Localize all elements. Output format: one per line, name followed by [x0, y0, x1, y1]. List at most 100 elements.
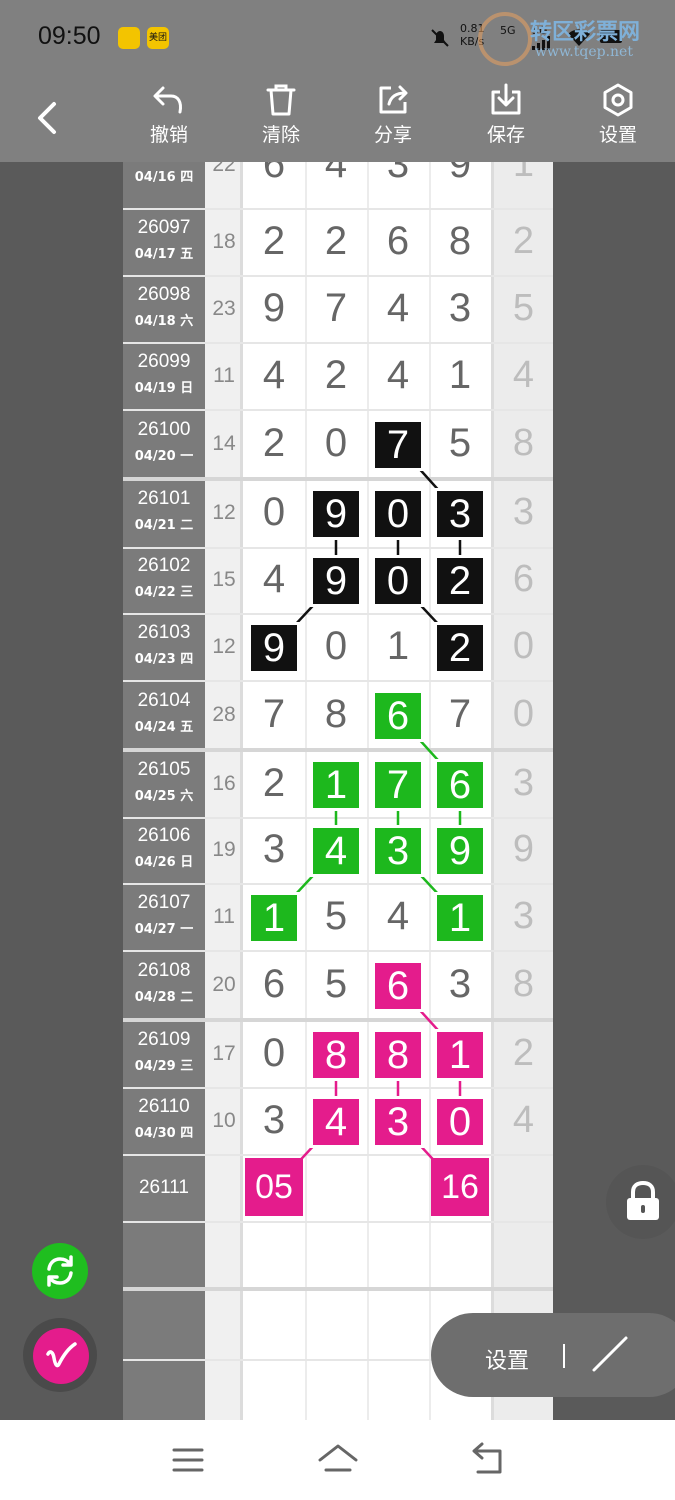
highlighted-digit: 6 [375, 963, 421, 1009]
period-number: 26105 [137, 758, 191, 780]
highlighted-digit: 3 [375, 1098, 421, 1145]
highlighted-digit: 9 [437, 828, 483, 874]
back-icon[interactable] [466, 1438, 510, 1482]
period-date: 04/29 三 [134, 1058, 194, 1074]
settings-button[interactable]: 设置 [578, 82, 658, 147]
period-number: 26111 [138, 1176, 189, 1198]
save-label: 保存 [486, 124, 525, 146]
period-date: 04/17 五 [134, 246, 194, 262]
row-divider [123, 1018, 553, 1022]
clear-button[interactable]: 清除 [241, 82, 321, 147]
highlighted-digit: 7 [375, 422, 421, 468]
highlighted-digit: 9 [313, 491, 359, 537]
period-date: 04/24 五 [134, 720, 194, 735]
status-bar: 09:50 美团 0.81 KB/s 5G 5G 转区彩票网 www.tqep.… [0, 0, 675, 72]
watermark-url: www.tqep.net [535, 44, 633, 60]
highlighted-digit: 3 [437, 491, 483, 537]
digit-cell: 7 [324, 285, 348, 330]
trend-chart-board[interactable]: 2609604/16 四22643912609704/17 五182268226… [123, 162, 553, 1420]
watermark-text: 转区彩票网 [530, 20, 641, 45]
prediction-box[interactable]: 16 [431, 1157, 489, 1216]
sum-value: 14 [212, 432, 236, 455]
row-divider [123, 477, 553, 481]
share-button[interactable]: 分享 [353, 82, 433, 147]
sum-value: 23 [212, 296, 236, 320]
digit-cell: 0 [262, 1030, 286, 1075]
highlighted-digit: 1 [313, 761, 359, 808]
digit-cell: 9 [448, 162, 472, 186]
highlighted-digit: 0 [375, 491, 421, 537]
undo-button[interactable]: 撤销 [129, 82, 209, 147]
save-button[interactable]: 保存 [466, 82, 546, 147]
row-divider [123, 613, 553, 615]
menu-icon[interactable] [166, 1438, 210, 1482]
digit-cell: 0 [324, 623, 348, 668]
period-number: 26100 [137, 419, 191, 440]
line-draw-icon[interactable] [588, 1332, 632, 1376]
lock-button[interactable] [606, 1165, 675, 1239]
period-date: 04/27 一 [134, 921, 194, 937]
download-icon [491, 83, 521, 115]
period-date: 04/26 日 [134, 855, 194, 870]
row-divider [123, 1221, 553, 1223]
tail-digit: 3 [512, 761, 535, 804]
period-date: 04/22 三 [134, 585, 194, 600]
tail-digit: 8 [512, 963, 535, 1005]
tail-digit: 6 [512, 558, 535, 600]
toolbar [0, 72, 675, 162]
tail-digit: 3 [512, 491, 535, 533]
home-icon[interactable] [316, 1438, 360, 1482]
highlighted-digit: 1 [437, 894, 483, 941]
sum-value: 19 [212, 838, 236, 861]
period-date: 04/23 四 [134, 651, 194, 667]
highlighted-digit: 0 [437, 1098, 483, 1145]
meituan-notification-icon: 美团 [147, 27, 169, 49]
digit-cell: 4 [262, 557, 286, 601]
period-number: 26110 [138, 1095, 190, 1117]
undo-icon [153, 86, 182, 114]
highlighted-digit: 9 [313, 558, 359, 604]
digit-cell: 3 [262, 1097, 286, 1142]
back-arrow-icon[interactable] [28, 98, 68, 138]
digit-cell: 4 [262, 352, 286, 397]
highlighted-digit: 6 [437, 761, 483, 808]
prediction-box[interactable]: 05 [245, 1157, 303, 1216]
tail-digit: 2 [512, 1031, 535, 1074]
watermark-logo-icon [478, 12, 532, 66]
row-divider [123, 342, 553, 344]
highlighted-digit: 4 [313, 1098, 359, 1145]
tail-digit: 4 [512, 1098, 535, 1141]
row-divider [123, 275, 553, 277]
row-divider [123, 817, 553, 819]
digit-cell: 2 [324, 218, 348, 263]
row-divider [123, 547, 553, 549]
digit-cell: 3 [448, 285, 472, 330]
period-number: 26102 [137, 555, 191, 576]
pen-button[interactable] [33, 1328, 89, 1384]
row-divider [123, 748, 553, 752]
digit-cell: 7 [448, 692, 472, 736]
highlighted-digit: 7 [375, 761, 421, 808]
highlighted-digit: 0 [375, 558, 421, 604]
sum-value: 17 [212, 1041, 236, 1065]
digit-cell: 9 [262, 285, 286, 330]
period-number: 26104 [137, 690, 191, 711]
period-number: 26109 [137, 1028, 191, 1050]
period-date: 04/19 日 [134, 380, 194, 396]
period-date: 04/28 二 [134, 990, 194, 1005]
share-label: 分享 [373, 124, 412, 146]
digit-cell: 7 [262, 692, 286, 736]
pill-settings-button[interactable]: 设置 [485, 1343, 529, 1375]
highlighted-digit: 8 [313, 1031, 359, 1078]
digit-cell: 5 [448, 421, 472, 465]
row-divider [123, 1287, 553, 1291]
share-icon [379, 85, 408, 114]
gear-icon [603, 83, 633, 117]
period-date: 04/30 四 [134, 1125, 194, 1141]
row-divider [123, 680, 553, 682]
refresh-button[interactable] [32, 1243, 88, 1299]
sum-value: 15 [212, 568, 236, 591]
sum-value: 12 [212, 634, 236, 658]
digit-cell: 4 [386, 285, 410, 330]
digit-cell: 2 [324, 352, 348, 397]
